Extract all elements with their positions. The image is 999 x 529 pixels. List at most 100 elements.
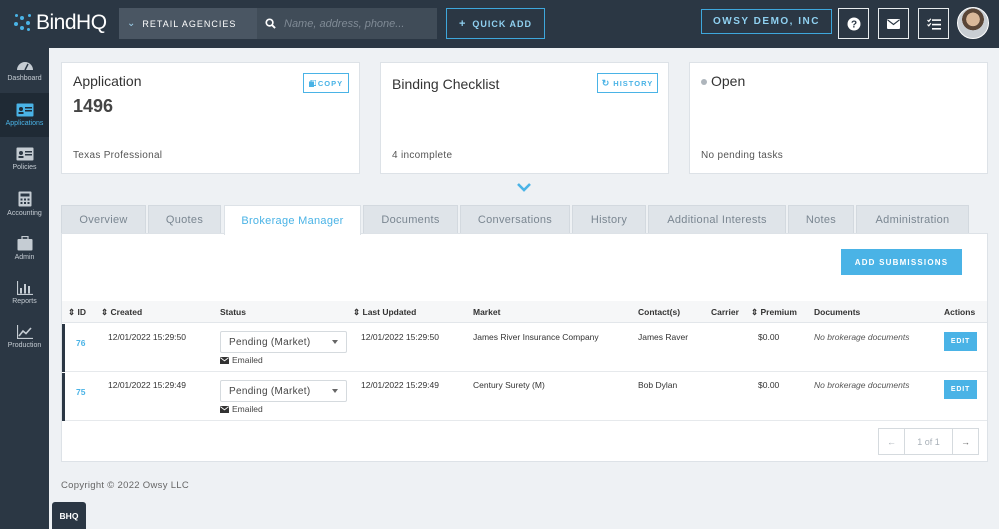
- tab-documents[interactable]: Documents: [363, 205, 458, 234]
- edit-label: EDIT: [950, 386, 971, 393]
- quick-add-button[interactable]: + QUICK ADD: [446, 8, 545, 39]
- copy-icon: [308, 79, 316, 87]
- col-actions: Actions: [944, 307, 976, 317]
- help-button[interactable]: ?: [838, 8, 869, 39]
- tab-label: History: [590, 214, 628, 226]
- envelope-icon: [220, 356, 229, 364]
- help-icon: ?: [847, 17, 860, 30]
- tab-overview[interactable]: Overview: [61, 205, 146, 234]
- edit-button[interactable]: EDIT: [944, 332, 977, 351]
- svg-text:?: ?: [850, 19, 856, 30]
- status-title: Open: [711, 73, 746, 89]
- sidebar-item-label: Reports: [12, 297, 37, 305]
- bhq-tab-label: BHQ: [59, 510, 79, 521]
- tab-quotes[interactable]: Quotes: [148, 205, 221, 234]
- sidebar-item-applications[interactable]: Applications: [0, 92, 49, 137]
- status-card: Open No pending tasks: [689, 62, 988, 174]
- sidebar-item-dashboard[interactable]: Dashboard: [0, 48, 49, 93]
- avatar[interactable]: [957, 7, 989, 39]
- mail-icon: [887, 18, 900, 29]
- history-button[interactable]: ↻ HISTORY: [597, 73, 658, 93]
- search-icon: [265, 18, 276, 29]
- binding-checklist-card: Binding Checklist ↻ HISTORY 4 incomplete: [380, 62, 669, 174]
- status-dot-icon: [701, 79, 707, 86]
- sidebar-item-admin[interactable]: Admin: [0, 226, 49, 271]
- sidebar-item-accounting[interactable]: Accounting: [0, 182, 49, 227]
- last-updated-date: 12/01/2022 15:29:50: [361, 332, 439, 342]
- submission-id-link[interactable]: 75: [76, 387, 85, 397]
- table-row: 75 12/01/2022 15:29:49 Pending (Market) …: [62, 373, 987, 421]
- briefcase-icon: [17, 235, 32, 251]
- status-value: Pending (Market): [229, 385, 311, 397]
- sidebar-item-reports[interactable]: Reports: [0, 271, 49, 316]
- prev-page-button[interactable]: ←: [878, 428, 905, 455]
- account-button[interactable]: OWSY DEMO, INC: [701, 9, 832, 34]
- caret-down-icon: [332, 340, 338, 344]
- copy-button[interactable]: COPY: [303, 73, 349, 93]
- dashboard-icon: [16, 62, 33, 71]
- col-contacts: Contact(s): [638, 307, 681, 317]
- sort-icon: ⇕: [101, 307, 109, 317]
- status-title-wrap: Open: [701, 73, 745, 89]
- arrow-left-icon: ←: [887, 436, 896, 447]
- col-last-updated[interactable]: ⇕ Last Updated: [353, 307, 416, 318]
- sort-icon: ⇕: [353, 307, 361, 317]
- market-name: Century Surety (M): [473, 380, 545, 390]
- agency-label: RETAIL AGENCIES: [142, 18, 237, 29]
- col-created[interactable]: ⇕ Created: [101, 307, 142, 318]
- caret-down-icon: [332, 389, 338, 393]
- edit-button[interactable]: EDIT: [944, 380, 977, 399]
- created-date: 12/01/2022 15:29:49: [108, 380, 186, 390]
- logo[interactable]: BindHQ: [12, 10, 107, 36]
- search-box: [257, 8, 437, 39]
- tasks-button[interactable]: [918, 8, 949, 39]
- line-chart-icon: [16, 325, 33, 340]
- agency-selector[interactable]: ⌄ RETAIL AGENCIES: [119, 8, 257, 39]
- col-premium[interactable]: ⇕ Premium: [751, 307, 797, 318]
- col-id[interactable]: ⇕ ID: [68, 307, 86, 318]
- status-select[interactable]: Pending (Market): [220, 331, 347, 353]
- sidebar-item-label: Applications: [5, 119, 44, 127]
- policies-icon: [16, 147, 33, 161]
- documents-status: No brokerage documents: [814, 332, 910, 342]
- tab-label: Documents: [381, 214, 440, 226]
- next-page-button[interactable]: →: [952, 428, 979, 455]
- tasks-icon: [926, 17, 941, 30]
- emailed-label: Emailed: [232, 355, 263, 365]
- tab-notes[interactable]: Notes: [788, 205, 854, 234]
- page-indicator: 1 of 1: [905, 428, 952, 455]
- sidebar-item-label: Admin: [14, 253, 35, 261]
- messages-button[interactable]: [878, 8, 909, 39]
- tab-label: Quotes: [165, 214, 204, 226]
- table-row: 76 12/01/2022 15:29:50 Pending (Market) …: [62, 324, 987, 372]
- col-status: Status: [220, 307, 246, 317]
- search-input[interactable]: [284, 17, 424, 30]
- checklist-summary: 4 incomplete: [392, 150, 453, 161]
- edit-label: EDIT: [950, 338, 971, 345]
- copyright: Copyright © 2022 Owsy LLC: [61, 480, 190, 491]
- tab-additional-interests[interactable]: Additional Interests: [648, 205, 786, 234]
- chevron-down-icon: ⌄: [127, 18, 137, 29]
- expand-chevron-icon[interactable]: [516, 180, 532, 198]
- sort-icon: ⇕: [68, 307, 76, 317]
- history-label: HISTORY: [613, 78, 654, 88]
- add-submissions-button[interactable]: ADD SUBMISSIONS: [841, 249, 962, 275]
- bhq-tab[interactable]: BHQ: [52, 502, 86, 529]
- add-submissions-label: ADD SUBMISSIONS: [854, 257, 949, 267]
- tab-label: Conversations: [477, 214, 553, 226]
- premium-amount: $0.00: [758, 380, 780, 390]
- sidebar-item-label: Policies: [12, 164, 37, 172]
- logo-mark-icon: [12, 12, 34, 34]
- tab-history[interactable]: History: [572, 205, 646, 234]
- col-market: Market: [473, 307, 501, 317]
- tab-label: Overview: [79, 214, 128, 226]
- tab-administration[interactable]: Administration: [856, 205, 969, 234]
- submission-id-link[interactable]: 76: [76, 338, 85, 348]
- sidebar-item-production[interactable]: Production: [0, 315, 49, 360]
- tab-conversations[interactable]: Conversations: [460, 205, 570, 234]
- sidebar-item-policies[interactable]: Policies: [0, 137, 49, 182]
- tab-brokerage-manager[interactable]: Brokerage Manager: [224, 205, 361, 235]
- tab-label: Administration: [875, 214, 950, 226]
- calculator-icon: [18, 191, 31, 207]
- status-select[interactable]: Pending (Market): [220, 380, 347, 402]
